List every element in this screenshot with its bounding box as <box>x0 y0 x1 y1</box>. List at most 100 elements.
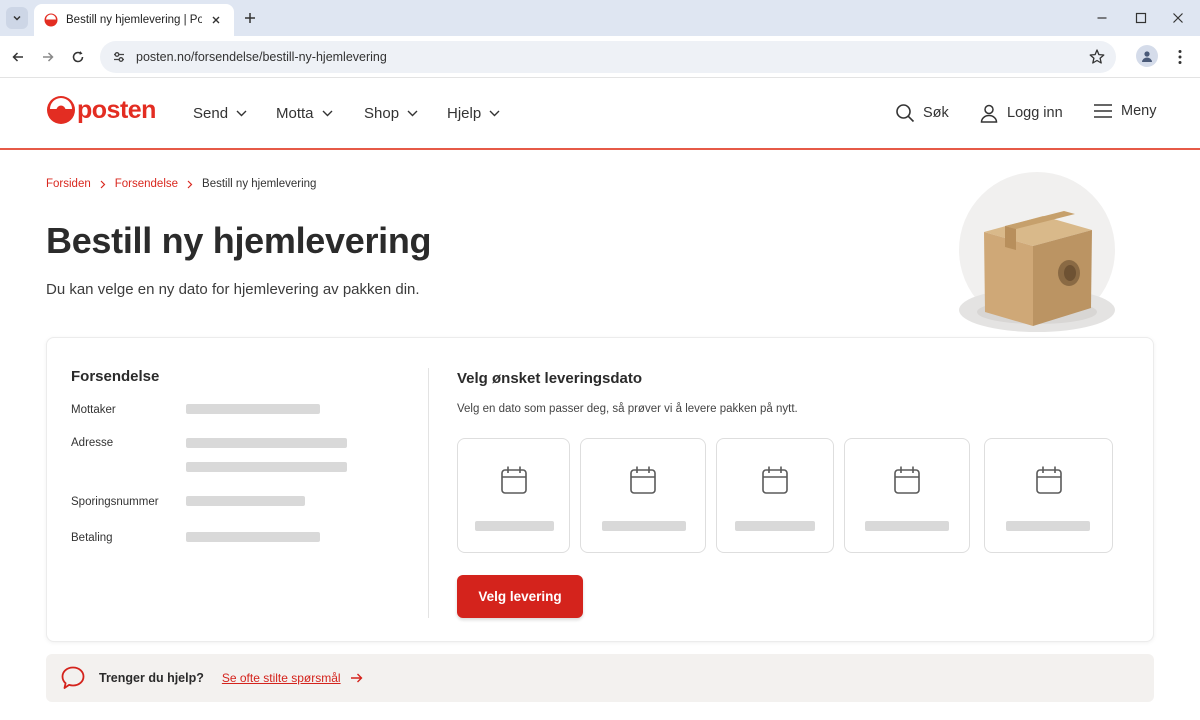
date-label-placeholder <box>1006 521 1090 531</box>
search-icon <box>896 104 915 123</box>
plus-icon <box>245 13 255 23</box>
section-divider <box>428 368 429 618</box>
browser-menu-button[interactable] <box>1170 46 1190 68</box>
posten-favicon-icon <box>44 13 58 27</box>
tab-search-button[interactable] <box>6 7 28 29</box>
reload-icon <box>72 51 84 63</box>
field-label-betaling: Betaling <box>71 532 113 544</box>
minimize-button[interactable] <box>1092 8 1112 28</box>
field-label-adresse: Adresse <box>71 437 114 449</box>
faq-link[interactable]: Se ofte stilte spørsmål <box>222 671 341 685</box>
close-icon <box>1173 13 1183 23</box>
nav-motta[interactable]: Motta <box>276 105 333 122</box>
back-button[interactable] <box>7 46 29 68</box>
hamburger-icon <box>1094 104 1112 118</box>
recipient-value-placeholder <box>186 404 320 414</box>
calendar-icon <box>500 466 527 494</box>
address-line2-placeholder <box>186 462 347 472</box>
nav-label: Hjelp <box>447 105 482 122</box>
reload-button[interactable] <box>67 46 89 68</box>
menu-label: Meny <box>1121 103 1157 119</box>
calendar-icon <box>630 466 656 494</box>
profile-button[interactable] <box>1136 45 1158 67</box>
user-icon <box>980 104 998 123</box>
menu-button[interactable]: Meny <box>1093 103 1156 119</box>
date-option-5[interactable] <box>984 438 1113 553</box>
new-tab-button[interactable] <box>240 8 260 28</box>
back-icon <box>12 52 23 62</box>
browser-toolbar: posten.no/forsendelse/bestill-ny-hjemlev… <box>0 36 1200 78</box>
payment-value-placeholder <box>186 532 320 542</box>
chevron-down-icon <box>489 110 500 117</box>
date-label-placeholder <box>865 521 949 531</box>
breadcrumb: Forsiden Forsendelse Bestill ny hjemleve… <box>46 178 316 190</box>
search-button[interactable]: Søk <box>895 103 949 123</box>
star-icon[interactable] <box>1088 48 1106 66</box>
choose-delivery-button[interactable]: Velg levering <box>457 575 583 618</box>
delivery-date-description: Velg en dato som passer deg, så prøver v… <box>457 403 798 415</box>
chevron-right-icon <box>187 180 193 189</box>
chevron-down-icon <box>236 110 247 117</box>
page-title: Bestill ny hjemlevering <box>46 220 432 261</box>
browser-tab-active[interactable]: Bestill ny hjemlevering | Posten.no <box>34 4 234 36</box>
maximize-icon <box>1135 12 1147 24</box>
help-banner: Trenger du hjelp? Se ofte stilte spørsmå… <box>46 654 1154 702</box>
nav-label: Motta <box>276 105 314 122</box>
date-option-2[interactable] <box>580 438 706 553</box>
arrow-right-icon[interactable] <box>350 673 363 683</box>
login-label: Logg inn <box>1007 105 1063 121</box>
login-button[interactable]: Logg inn <box>979 103 1063 123</box>
forward-button[interactable] <box>37 46 59 68</box>
nav-send[interactable]: Send <box>193 105 247 122</box>
address-line1-placeholder <box>186 438 347 448</box>
maximize-button[interactable] <box>1131 8 1151 28</box>
chat-bubble-icon <box>61 666 85 689</box>
url-text: posten.no/forsendelse/bestill-ny-hjemlev… <box>136 50 387 64</box>
minimize-icon <box>1097 17 1107 19</box>
breadcrumb-link-forsendelse[interactable]: Forsendelse <box>115 178 178 190</box>
logo-text: posten <box>77 95 156 124</box>
kebab-icon <box>1178 50 1182 64</box>
package-illustration <box>959 172 1115 332</box>
page-subtitle: Du kan velge en ny dato for hjemlevering… <box>46 281 420 298</box>
date-label-placeholder <box>735 521 815 531</box>
nav-shop[interactable]: Shop <box>364 105 418 122</box>
breadcrumb-link-forsiden[interactable]: Forsiden <box>46 178 91 190</box>
chevron-down-icon <box>322 110 333 117</box>
breadcrumb-current: Bestill ny hjemlevering <box>202 178 317 190</box>
forward-icon <box>43 52 54 62</box>
tab-title: Bestill ny hjemlevering | Posten.no <box>66 14 202 26</box>
shipment-title: Forsendelse <box>71 368 160 385</box>
delivery-card: Forsendelse Mottaker Adresse Sporingsnum… <box>46 337 1154 642</box>
site-settings-icon[interactable] <box>110 48 128 66</box>
posten-logo-icon <box>47 96 75 124</box>
calendar-icon <box>1035 466 1062 494</box>
address-bar[interactable]: posten.no/forsendelse/bestill-ny-hjemlev… <box>100 41 1116 73</box>
field-label-mottaker: Mottaker <box>71 404 116 416</box>
help-question: Trenger du hjelp? <box>99 671 204 685</box>
date-label-placeholder <box>475 521 554 531</box>
delivery-date-title: Velg ønsket leveringsdato <box>457 370 643 387</box>
tab-close-button[interactable] <box>208 12 224 28</box>
tracking-number-placeholder <box>186 496 305 506</box>
date-option-3[interactable] <box>716 438 834 553</box>
site-header: posten Send Motta Shop Hjelp Søk Logg in… <box>0 79 1200 150</box>
chevron-down-icon <box>13 15 21 21</box>
date-option-1[interactable] <box>457 438 570 553</box>
close-icon <box>212 16 220 24</box>
profile-icon <box>1142 51 1152 62</box>
calendar-icon <box>762 466 788 494</box>
nav-label: Send <box>193 105 229 122</box>
date-label-placeholder <box>602 521 686 531</box>
field-label-sporingsnummer: Sporingsnummer <box>71 496 159 508</box>
date-option-4[interactable] <box>844 438 970 553</box>
chevron-down-icon <box>407 110 418 117</box>
close-window-button[interactable] <box>1168 8 1188 28</box>
chevron-right-icon <box>100 180 106 189</box>
nav-label: Shop <box>364 105 400 122</box>
nav-hjelp[interactable]: Hjelp <box>447 105 500 122</box>
search-label: Søk <box>923 105 949 121</box>
browser-tabstrip: Bestill ny hjemlevering | Posten.no <box>0 0 1200 36</box>
calendar-icon <box>894 466 920 494</box>
posten-logo[interactable]: posten <box>46 95 156 125</box>
